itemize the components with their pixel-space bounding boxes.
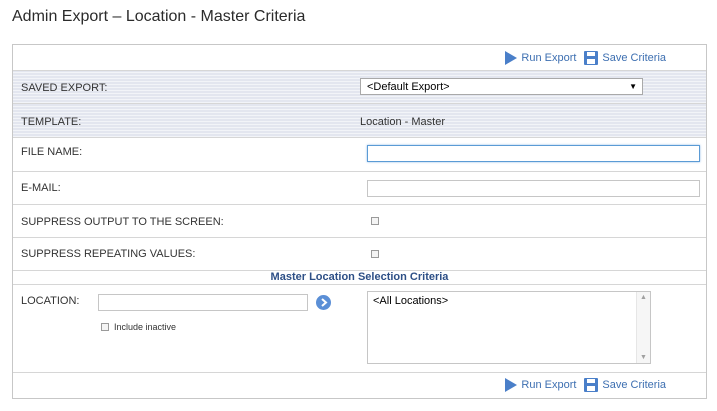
play-icon [505, 378, 518, 392]
save-criteria-label: Save Criteria [602, 52, 666, 64]
run-export-label: Run Export [521, 379, 577, 391]
template-value: Location - Master [360, 116, 445, 128]
file-name-label: FILE NAME: [21, 146, 83, 158]
play-icon [505, 51, 518, 65]
location-go-button[interactable] [316, 295, 331, 310]
file-name-input[interactable] [367, 145, 700, 162]
run-export-label: Run Export [521, 52, 577, 64]
save-criteria-button-bottom[interactable]: Save Criteria [584, 378, 666, 392]
include-inactive-label: Include inactive [114, 322, 177, 332]
template-label: TEMPLATE: [21, 116, 82, 128]
suppress-repeating-row: SUPPRESS REPEATING VALUES: [13, 238, 706, 271]
email-row: E-MAIL: [13, 172, 706, 205]
suppress-repeating-label: SUPPRESS REPEATING VALUES: [21, 248, 196, 260]
email-label: E-MAIL: [21, 182, 61, 194]
saved-export-label: SAVED EXPORT: [21, 82, 108, 94]
bottom-actions: Run Export Save Criteria [505, 378, 666, 392]
dropdown-arrow-icon: ▼ [629, 82, 637, 91]
run-export-button-bottom[interactable]: Run Export [505, 378, 576, 392]
location-listbox[interactable]: <All Locations> ▲ ▼ [367, 291, 651, 364]
location-input[interactable] [98, 294, 308, 311]
save-criteria-label: Save Criteria [602, 379, 666, 391]
floppy-disk-icon [584, 378, 599, 392]
suppress-output-label: SUPPRESS OUTPUT TO THE SCREEN: [21, 216, 224, 228]
page-title: Admin Export – Location - Master Criteri… [12, 8, 306, 25]
run-export-button-top[interactable]: Run Export [505, 51, 576, 65]
section-heading: Master Location Selection Criteria [270, 271, 449, 283]
floppy-disk-icon [584, 51, 599, 65]
saved-export-select[interactable]: <Default Export> ▼ [360, 78, 643, 95]
list-item[interactable]: <All Locations> [373, 295, 448, 307]
top-actions: Run Export Save Criteria [505, 51, 666, 65]
suppress-repeating-checkbox[interactable] [371, 250, 379, 258]
email-input[interactable] [367, 180, 700, 197]
scroll-down-icon[interactable]: ▼ [640, 354, 647, 361]
chevron-right-icon [321, 298, 328, 307]
scroll-up-icon[interactable]: ▲ [640, 294, 647, 301]
saved-export-selected: <Default Export> [367, 81, 450, 93]
top-actions-row: Run Export Save Criteria [13, 45, 706, 71]
listbox-scrollbar[interactable]: ▲ ▼ [636, 292, 650, 363]
template-row: TEMPLATE: Location - Master [13, 104, 706, 138]
suppress-output-row: SUPPRESS OUTPUT TO THE SCREEN: [13, 205, 706, 238]
location-label: LOCATION: [21, 295, 80, 307]
include-inactive-checkbox[interactable] [101, 323, 109, 331]
suppress-output-checkbox[interactable] [371, 217, 379, 225]
export-criteria-panel: Run Export Save Criteria SAVED EXPORT: <… [12, 44, 707, 399]
save-criteria-button-top[interactable]: Save Criteria [584, 51, 666, 65]
file-name-row: FILE NAME: [13, 138, 706, 172]
saved-export-row: SAVED EXPORT: <Default Export> ▼ [13, 71, 706, 104]
